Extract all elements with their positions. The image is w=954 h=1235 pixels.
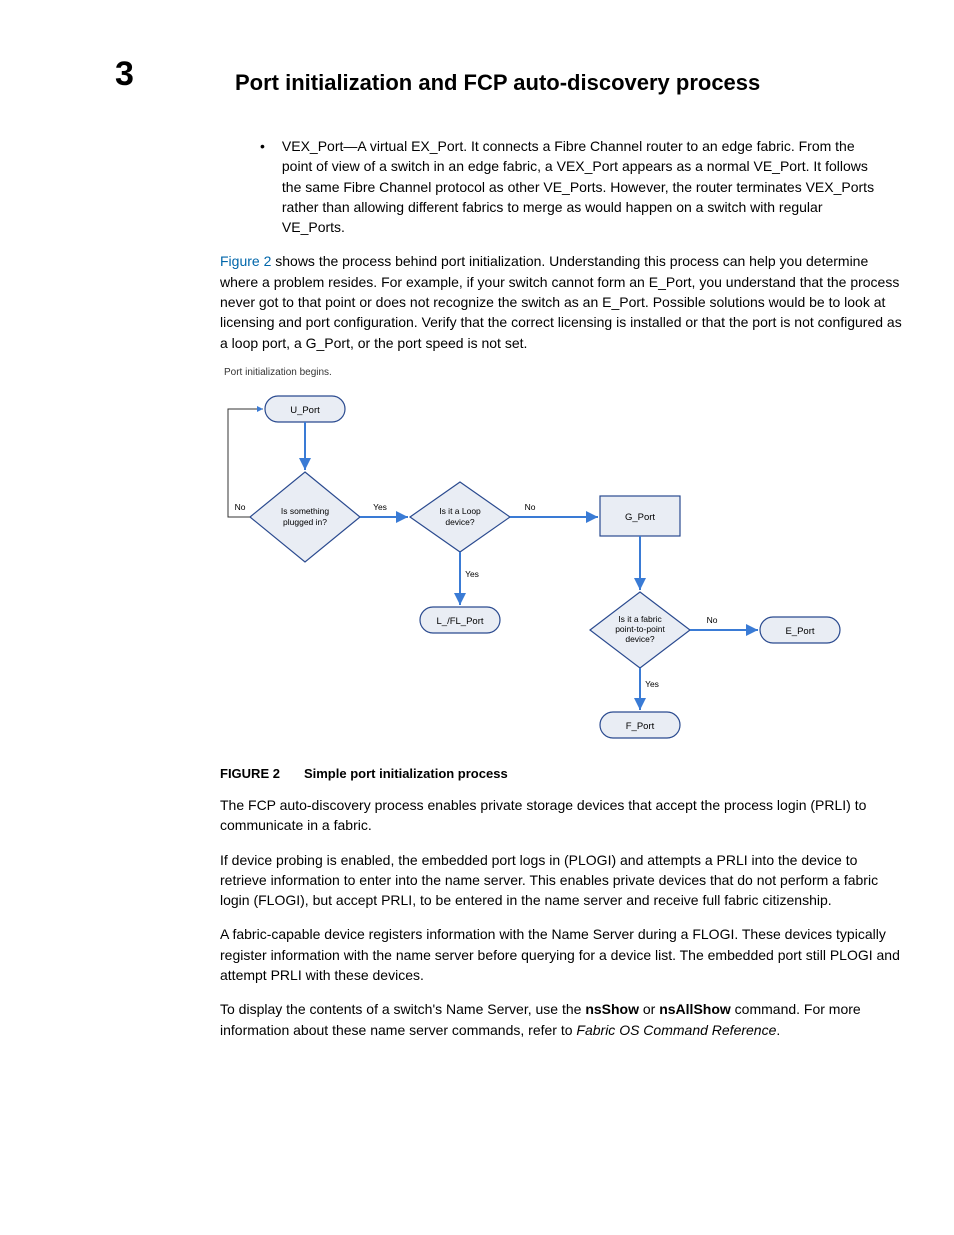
- label-yes2: Yes: [465, 569, 479, 579]
- label-u-port: U_Port: [290, 405, 320, 416]
- label-no3: No: [707, 615, 718, 625]
- flowchart: Port initialization begins. U_Port Is so…: [220, 367, 904, 752]
- label-q2a: Is it a Loop: [439, 506, 481, 516]
- figure-reference-link[interactable]: Figure 2: [220, 253, 271, 269]
- label-no1: No: [235, 502, 246, 512]
- label-q1b: plugged in?: [283, 517, 327, 527]
- arrow-no-loop: [228, 409, 263, 517]
- command-nsallshow: nsAllShow: [659, 1001, 731, 1017]
- page-title: Port initialization and FCP auto-discove…: [235, 70, 904, 96]
- figure-title: Simple port initialization process: [304, 766, 508, 781]
- label-q3a: Is it a fabric: [618, 614, 662, 624]
- paragraph-3: A fabric-capable device registers inform…: [220, 924, 904, 985]
- command-nsshow: nsShow: [585, 1001, 639, 1017]
- label-fport: F_Port: [626, 721, 655, 732]
- label-q3b: point-to-point: [615, 624, 665, 634]
- label-q2b: device?: [445, 517, 475, 527]
- label-no2: No: [525, 502, 536, 512]
- label-yes1: Yes: [373, 502, 387, 512]
- label-lfl: L_/FL_Port: [437, 616, 484, 627]
- figure-caption: FIGURE 2 Simple port initialization proce…: [220, 766, 904, 781]
- label-eport: E_Port: [785, 626, 814, 637]
- bullet-lead: VEX_Port—: [282, 138, 357, 154]
- label-q3c: device?: [625, 634, 655, 644]
- chapter-number: 3: [115, 55, 134, 94]
- label-q1a: Is something: [281, 506, 329, 516]
- flowchart-svg: U_Port Is something plugged in? Is it a …: [220, 382, 860, 752]
- bullet-marker: •: [260, 136, 278, 156]
- bullet-text: A virtual EX_Port. It connects a Fibre C…: [282, 138, 874, 235]
- paragraph-4: To display the contents of a switch's Na…: [220, 999, 904, 1040]
- flowchart-intro: Port initialization begins.: [224, 367, 904, 378]
- bullet-item: • VEX_Port—A virtual EX_Port. It connect…: [260, 136, 904, 237]
- paragraph-2: If device probing is enabled, the embedd…: [220, 850, 904, 911]
- paragraph-1: The FCP auto-discovery process enables p…: [220, 795, 904, 836]
- label-gport: G_Port: [625, 512, 655, 523]
- figure-number: FIGURE 2: [220, 766, 280, 781]
- reference-title: Fabric OS Command Reference: [576, 1022, 776, 1038]
- intro-paragraph: Figure 2 shows the process behind port i…: [220, 251, 904, 352]
- intro-text: shows the process behind port initializa…: [220, 253, 902, 350]
- label-yes3: Yes: [645, 679, 659, 689]
